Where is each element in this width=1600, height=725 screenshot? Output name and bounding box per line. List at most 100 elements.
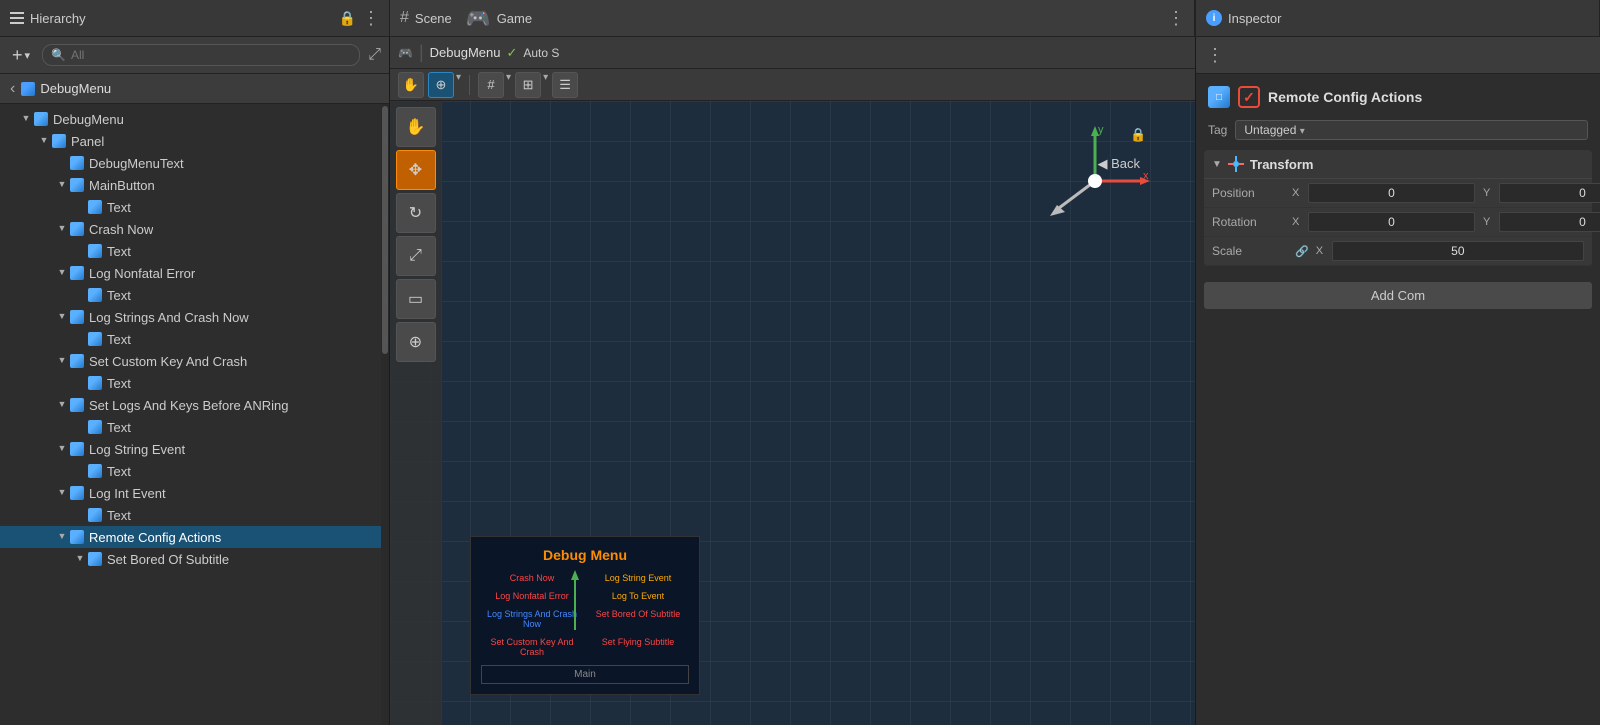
back-arrow-icon[interactable]: ‹ — [10, 80, 15, 98]
breadcrumb-cube-icon — [21, 82, 35, 96]
hand-gizmo-btn[interactable]: ✋ — [396, 107, 436, 147]
gizmo-toolbar: ✋ ✥ ↻ ⤢ ▭ ⊕ — [390, 101, 442, 725]
tree-item-label: Text — [107, 420, 131, 435]
add-button[interactable]: + ▾ — [8, 43, 34, 68]
tree-item-label: Log Strings And Crash Now — [89, 310, 249, 325]
rotation-row: Rotation X Y Z — [1204, 208, 1592, 237]
tree-item[interactable]: Crash Now — [0, 218, 381, 240]
hierarchy-breadcrumb: ‹ DebugMenu — [0, 74, 389, 104]
position-y-input[interactable] — [1499, 183, 1600, 203]
tree-item[interactable]: Set Bored Of Subtitle — [0, 548, 381, 570]
tree-item[interactable]: DebugMenuText — [0, 152, 381, 174]
inspector-title-label: Inspector — [1228, 11, 1281, 26]
tree-item[interactable]: Text — [0, 416, 381, 438]
tree-item-label: Text — [107, 376, 131, 391]
hierarchy-panel: + ▾ 🔍 ⤢ ‹ DebugMenu DebugMenuPanelDebugM… — [0, 37, 390, 725]
tree-item-label: Log Nonfatal Error — [89, 266, 195, 281]
scene-hash-icon: # — [400, 9, 409, 27]
component-enabled-checkbox[interactable]: ✓ — [1238, 86, 1260, 108]
tag-value[interactable]: Untagged ▾ — [1235, 120, 1588, 140]
debug-menu-label: DebugMenu — [430, 45, 501, 60]
tag-row: Tag Untagged ▾ — [1204, 118, 1592, 142]
tree-item[interactable]: Set Logs And Keys Before ANRing — [0, 394, 381, 416]
transform-header[interactable]: ▼ Transform — [1204, 150, 1592, 179]
tree-item-label: MainButton — [89, 178, 155, 193]
tree-item[interactable]: Log Nonfatal Error — [0, 262, 381, 284]
tree-item[interactable]: Log Int Event — [0, 482, 381, 504]
tag-dropdown-arrow[interactable]: ▾ — [1300, 126, 1305, 137]
tree-item[interactable]: Text — [0, 196, 381, 218]
rotation-label: Rotation — [1212, 215, 1292, 229]
tree-item[interactable]: Text — [0, 284, 381, 306]
lines-tool-btn[interactable]: ☰ — [552, 72, 578, 98]
hierarchy-title: Hierarchy — [30, 11, 86, 26]
rotation-x-input[interactable] — [1308, 212, 1475, 232]
scene-panel: 🎮 | DebugMenu ✓ Auto S ✋ ⊕ ▾ # ▾ ⊞ ▾ — [390, 37, 1195, 725]
tree-item[interactable]: DebugMenu — [0, 108, 381, 130]
move-tool-btn[interactable]: ⊕ — [428, 72, 454, 98]
tree-item[interactable]: Text — [0, 328, 381, 350]
dropdown-arrow-1[interactable]: ▾ — [456, 72, 461, 98]
log-string-event-preview[interactable]: Log String Event — [587, 571, 689, 585]
scene-title: Scene — [415, 11, 452, 26]
move-gizmo-btn[interactable]: ✥ — [396, 150, 436, 190]
rect-tool-btn[interactable]: ⊞ — [515, 72, 541, 98]
debug-menu-buttons: Crash Now Log String Event Log Nonfatal … — [481, 571, 689, 659]
dropdown-arrow-2[interactable]: ▾ — [506, 72, 511, 98]
debug-main-button[interactable]: Main — [481, 665, 689, 684]
scale-link-icon[interactable]: 🔗 — [1295, 245, 1309, 258]
hand-tool-btn[interactable]: ✋ — [398, 72, 424, 98]
transform-tool-group: ⊕ ▾ — [428, 72, 461, 98]
set-flying-preview[interactable]: Set Flying Subtitle — [587, 635, 689, 659]
game-title: Game — [497, 11, 532, 26]
tree-item-label: Text — [107, 288, 131, 303]
tree-item[interactable]: MainButton — [0, 174, 381, 196]
tree-item[interactable]: Remote Config Actions — [0, 526, 381, 548]
component-name-label: Remote Config Actions — [1268, 89, 1422, 105]
rotation-inputs: X Y Z — [1292, 212, 1600, 232]
rot-y-label: Y — [1483, 216, 1495, 228]
component-header: □ ✓ Remote Config Actions — [1204, 82, 1592, 112]
inspector-more-icon[interactable]: ⋮ — [1206, 45, 1223, 66]
tree-item[interactable]: Log Strings And Crash Now — [0, 306, 381, 328]
rotation-y-input[interactable] — [1499, 212, 1600, 232]
3d-gizmo: y x 🔒 — [1035, 121, 1155, 241]
tree-item[interactable]: Text — [0, 460, 381, 482]
log-to-event-preview[interactable]: Log To Event — [587, 589, 689, 603]
component-cube-icon: □ — [1208, 86, 1230, 108]
more-options-icon[interactable]: ⋮ — [362, 8, 379, 29]
tree-item[interactable]: Text — [0, 240, 381, 262]
rect-gizmo-btn[interactable]: ▭ — [396, 279, 436, 319]
inspector-content: □ ✓ Remote Config Actions Tag Untagged ▾… — [1196, 74, 1600, 725]
hierarchy-panel-header: Hierarchy 🔒 ⋮ — [0, 0, 390, 36]
scale-gizmo-btn[interactable]: ⤢ — [396, 236, 436, 276]
tree-item[interactable]: Set Custom Key And Crash — [0, 350, 381, 372]
set-bored-preview[interactable]: Set Bored Of Subtitle — [587, 607, 689, 631]
search-input[interactable] — [71, 48, 351, 62]
position-x-input[interactable] — [1308, 183, 1475, 203]
scale-x-input[interactable] — [1332, 241, 1584, 261]
multi-gizmo-btn[interactable]: ⊕ — [396, 322, 436, 362]
hierarchy-scrollbar[interactable] — [381, 104, 389, 725]
position-inputs: X Y Z — [1292, 183, 1600, 203]
dropdown-arrow-3[interactable]: ▾ — [543, 72, 548, 98]
add-component-button[interactable]: Add Com — [1204, 282, 1592, 309]
scene-more-options-icon[interactable]: ⋮ — [1167, 8, 1184, 29]
rotate-gizmo-btn[interactable]: ↻ — [396, 193, 436, 233]
tree-item[interactable]: Panel — [0, 130, 381, 152]
position-row: Position X Y Z — [1204, 179, 1592, 208]
tree-item-label: DebugMenu — [53, 112, 124, 127]
tree-item[interactable]: Text — [0, 372, 381, 394]
lock-icon[interactable]: 🔒 — [339, 10, 356, 27]
view-tool-group: # ▾ — [478, 72, 511, 98]
back-button-scene[interactable]: ◀ Back — [1097, 156, 1140, 172]
inspector-panel-header: i Inspector — [1195, 0, 1600, 36]
expand-icon[interactable]: ⤢ — [368, 46, 381, 64]
grid-tool-btn[interactable]: # — [478, 72, 504, 98]
tree-item[interactable]: Log String Event — [0, 438, 381, 460]
rot-x-label: X — [1292, 216, 1304, 228]
set-custom-key-preview[interactable]: Set Custom Key And Crash — [481, 635, 583, 659]
tree-item-label: Text — [107, 508, 131, 523]
auto-save-label: Auto S — [523, 46, 559, 60]
tree-item[interactable]: Text — [0, 504, 381, 526]
